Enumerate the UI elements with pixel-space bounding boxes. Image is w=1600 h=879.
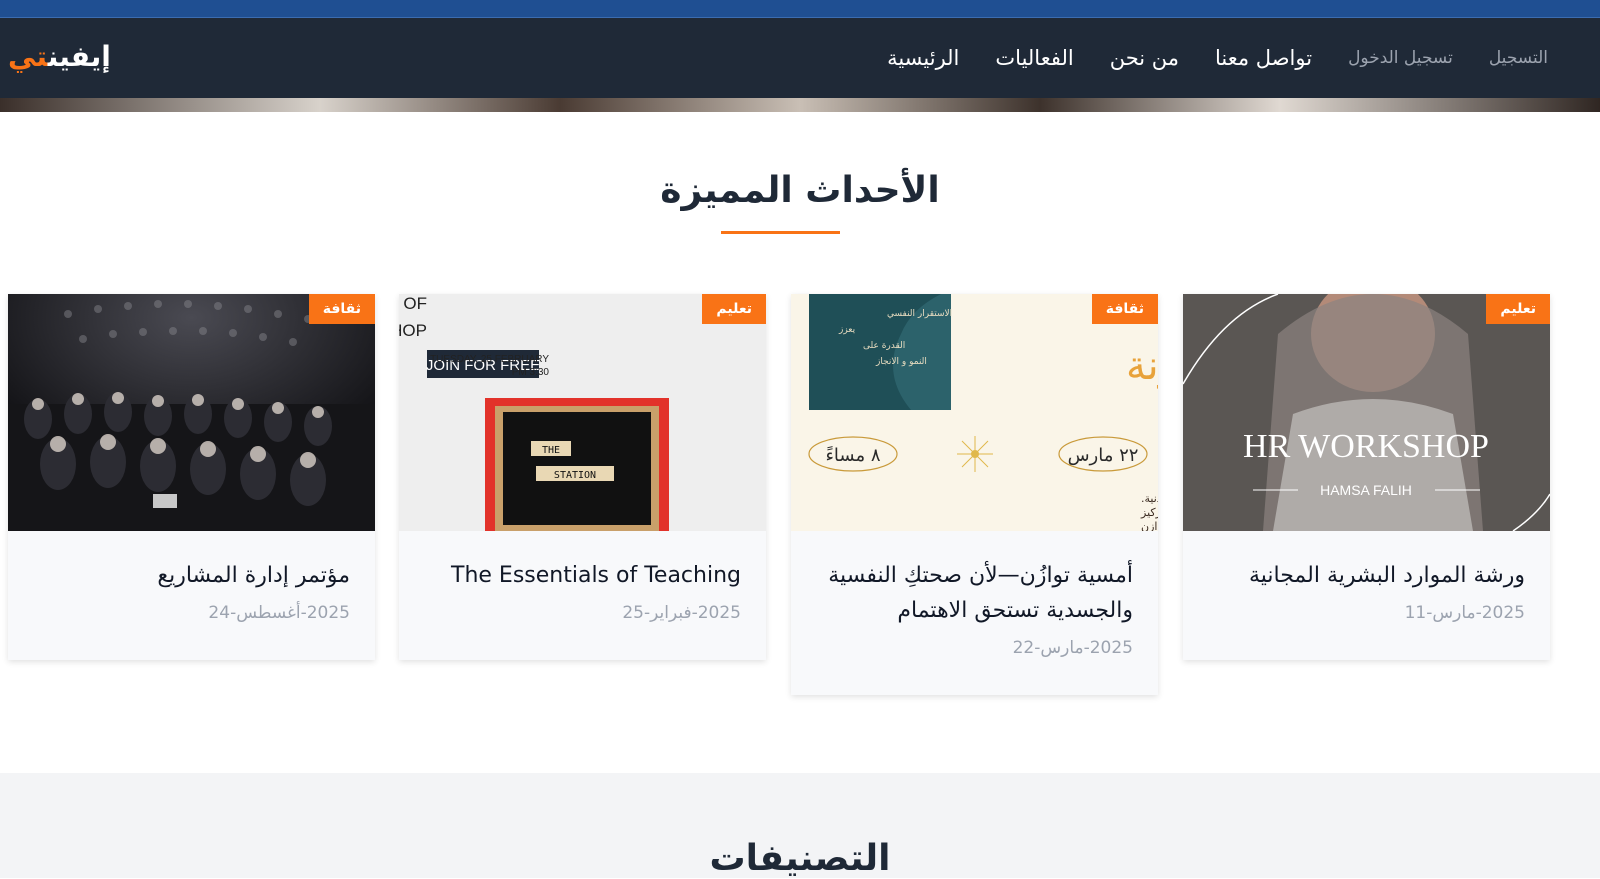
logo-main-text: إيفين xyxy=(47,40,111,73)
image-time: 3:30 PM xyxy=(512,367,550,378)
event-title[interactable]: ورشة الموارد البشرية المجانية xyxy=(1203,558,1525,593)
event-date: 2025-فبراير-25 xyxy=(622,603,741,623)
categories-title: التصنيفات xyxy=(709,838,891,879)
nav-home-link[interactable]: الرئيسية xyxy=(887,46,959,70)
event-card[interactable]: ثقافة مؤتمر إدارة المشاريع 2025-أغسطس-24 xyxy=(8,294,375,660)
image-line: TEACHING ENGLISH WORKSHOP xyxy=(399,321,427,340)
event-date: 2025-مارس-22 xyxy=(1012,638,1133,658)
nav-register-link[interactable]: التسجيل xyxy=(1489,48,1548,68)
nav-login-link[interactable]: تسجيل الدخول xyxy=(1348,48,1453,68)
event-date: 2025-مارس-11 xyxy=(1404,603,1525,623)
image-text-line: جسد أقوى: تحسين اللياقة البدنية. xyxy=(1141,491,1158,505)
nav-contact-link[interactable]: تواصل معنا xyxy=(1215,46,1312,70)
nav-events-link[interactable]: الفعاليات xyxy=(995,46,1073,70)
category-badge: ثقافة xyxy=(1091,294,1158,324)
event-image: الاستقرار النفسي يعزز القدرة على النمو و… xyxy=(791,294,1158,531)
image-date: TUESDAY, 25 FEBRUARY xyxy=(430,354,549,365)
image-headline: HR WORKSHOP xyxy=(1243,428,1489,465)
event-card[interactable]: الاستقرار النفسي يعزز القدرة على النمو و… xyxy=(791,294,1158,695)
image-line: THE ESSENTIALS OF xyxy=(399,294,427,313)
event-card[interactable]: HR WORKSHOP HAMSA FALIH تعليم ورشة الموا… xyxy=(1183,294,1550,660)
category-badge: ثقافة xyxy=(308,294,375,324)
nav-about-link[interactable]: من نحن xyxy=(1110,46,1179,70)
category-badge: تعليم xyxy=(702,294,766,324)
event-title[interactable]: أمسية توازُن—لأن صحتكِ النفسية والجسدية … xyxy=(811,558,1133,628)
image-side-text: يعزز xyxy=(838,325,856,335)
featured-section-title: الأحداث المميزة xyxy=(660,170,940,211)
event-image: THE ESSENTIALS OF TEACHING ENGLISH WORKS… xyxy=(399,294,766,531)
image-headline: نحو أنوثة متزنة xyxy=(1126,339,1158,389)
event-card[interactable]: THE ESSENTIALS OF TEACHING ENGLISH WORKS… xyxy=(399,294,766,660)
event-date: 2025-أغسطس-24 xyxy=(208,603,350,623)
image-tile: THE xyxy=(542,445,560,456)
category-badge: تعليم xyxy=(1486,294,1550,324)
image-tile: STATION xyxy=(554,470,596,481)
image-subtitle: HAMSA FALIH xyxy=(1320,482,1412,498)
event-title[interactable]: مؤتمر إدارة المشاريع xyxy=(28,558,350,593)
image-side-text: النمو و الانجاز xyxy=(875,357,927,367)
event-image xyxy=(8,294,375,531)
title-underline xyxy=(721,231,840,234)
image-side-text: القدرة على xyxy=(863,341,905,351)
image-text-line: عادات صحية مستدامة: نظام غذائي متوازن xyxy=(1141,520,1158,531)
image-side-text: الاستقرار النفسي xyxy=(887,309,952,319)
image-time: ٨ مساءً xyxy=(825,445,880,466)
main-navbar: التسجيل تسجيل الدخول تواصل معنا من نحن ا… xyxy=(0,18,1600,98)
event-image: HR WORKSHOP HAMSA FALIH xyxy=(1183,294,1550,531)
image-date: ٢٢ مارس xyxy=(1068,445,1139,466)
nav-links: التسجيل تسجيل الدخول تواصل معنا من نحن ا… xyxy=(887,18,1548,98)
logo-accent-text: تي xyxy=(8,40,48,73)
hero-image-edge xyxy=(0,98,1600,112)
site-logo[interactable]: إيفينتي xyxy=(8,40,111,73)
event-title[interactable]: The Essentials of Teaching xyxy=(419,558,741,593)
image-text-line: عقل أكثر صفاءً: تقليل التوتر، تعزيز التر… xyxy=(1140,505,1158,519)
top-announcement-bar xyxy=(0,0,1600,18)
